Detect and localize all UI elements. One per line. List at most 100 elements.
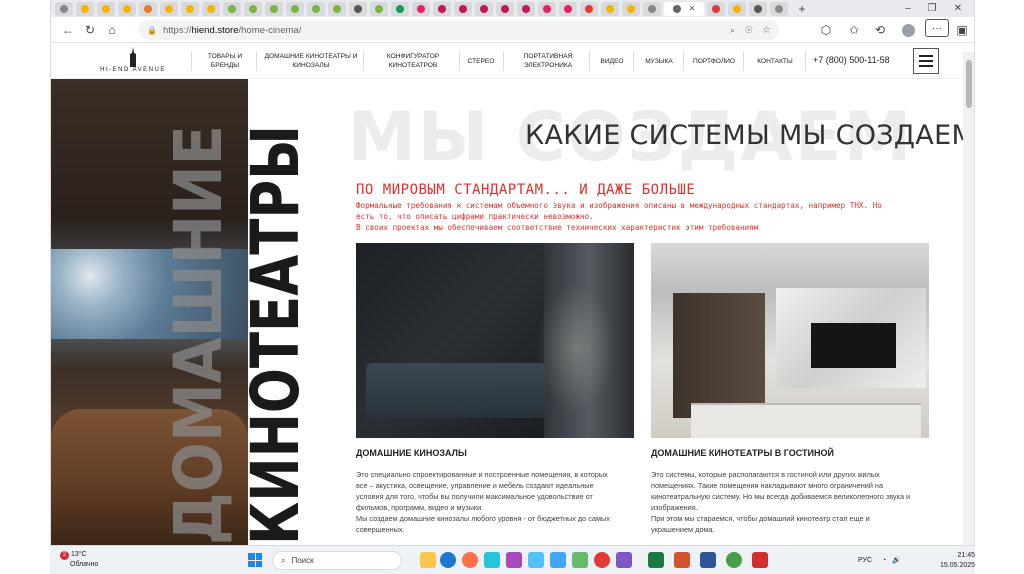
history-icon[interactable]: ⟲ xyxy=(869,19,891,41)
tab[interactable] xyxy=(118,1,136,16)
tab[interactable] xyxy=(643,1,661,16)
card-text-line: украшением дома. xyxy=(651,525,715,534)
app-icon[interactable] xyxy=(528,552,544,568)
app-icon[interactable] xyxy=(550,552,566,568)
address-bar[interactable]: 🔒 https:// hiend.store /home-cinema/ ⌕ ☉… xyxy=(139,20,779,40)
minimize-icon[interactable]: – xyxy=(897,0,919,17)
tab[interactable] xyxy=(265,1,283,16)
tab[interactable] xyxy=(517,1,535,16)
word-icon[interactable] xyxy=(700,552,716,568)
page-scrollbar[interactable] xyxy=(963,52,974,545)
home-icon[interactable]: ⌂ xyxy=(101,19,123,41)
nav-item-portfolio[interactable]: Портфолио xyxy=(689,49,739,73)
powerpoint-icon[interactable] xyxy=(674,552,690,568)
tab[interactable] xyxy=(580,1,598,16)
nav-item-products[interactable]: Товары и бренды xyxy=(199,49,251,73)
firefox-icon[interactable] xyxy=(462,552,478,568)
tab[interactable] xyxy=(55,1,73,16)
app-icon[interactable] xyxy=(506,552,522,568)
volume-icon[interactable]: 🔊 xyxy=(892,557,901,564)
tab-favicon-icon xyxy=(144,4,152,13)
wifi-icon[interactable]: ◔ xyxy=(882,557,886,564)
sidebar-icon[interactable]: ▣ xyxy=(951,19,973,41)
tab[interactable] xyxy=(475,1,493,16)
more-menu-icon[interactable]: ··· xyxy=(925,19,949,37)
living-room-image[interactable] xyxy=(651,243,929,438)
tab[interactable] xyxy=(496,1,514,16)
tab[interactable] xyxy=(601,1,619,16)
reload-icon[interactable]: ↻ xyxy=(79,19,101,41)
tab-favicon-icon xyxy=(522,4,530,13)
nav-item-contacts[interactable]: Контакты xyxy=(749,49,801,73)
nav-item-stereo[interactable]: Стерео xyxy=(463,49,499,73)
clock-time: 21:45 xyxy=(957,552,976,559)
taskbar-search[interactable]: ⌕ Поиск xyxy=(272,551,402,570)
yandex-icon[interactable] xyxy=(594,552,610,568)
tab[interactable] xyxy=(538,1,556,16)
tab[interactable] xyxy=(244,1,262,16)
tab[interactable] xyxy=(349,1,367,16)
windows-start-icon[interactable] xyxy=(248,553,262,567)
back-icon[interactable]: ← xyxy=(57,19,79,41)
tab[interactable] xyxy=(307,1,325,16)
edge-icon[interactable] xyxy=(440,552,456,568)
tab[interactable] xyxy=(97,1,115,16)
app-icon[interactable] xyxy=(572,552,588,568)
tab[interactable] xyxy=(202,1,220,16)
tab[interactable] xyxy=(76,1,94,16)
nav-item-music[interactable]: Музыка xyxy=(639,49,679,73)
system-tray[interactable]: РУС ◔ 🔊 xyxy=(858,556,901,564)
tab[interactable] xyxy=(412,1,430,16)
restore-icon[interactable]: ❐ xyxy=(921,0,943,17)
tab[interactable] xyxy=(728,1,746,16)
phone-link[interactable]: +7 (800) 500-11-58 xyxy=(813,55,890,65)
hamburger-menu-icon[interactable] xyxy=(913,48,939,74)
tower-logo-icon xyxy=(130,47,136,67)
file-explorer-icon[interactable] xyxy=(420,552,436,568)
tab[interactable] xyxy=(328,1,346,16)
tab[interactable] xyxy=(707,1,725,16)
tab[interactable] xyxy=(391,1,409,16)
new-tab-icon[interactable]: + xyxy=(791,0,813,17)
tab[interactable] xyxy=(749,1,767,16)
nav-item-portable[interactable]: Портативная электроника xyxy=(511,49,585,73)
close-icon[interactable]: ✕ xyxy=(689,4,696,13)
tab[interactable] xyxy=(622,1,640,16)
app-icon[interactable] xyxy=(616,552,632,568)
nav-item-configurator[interactable]: Конфигуратор кинотеатров xyxy=(371,49,455,73)
tab-favicon-icon xyxy=(648,4,656,13)
excel-icon[interactable] xyxy=(648,552,664,568)
favorite-star-icon[interactable]: ☆ xyxy=(762,25,771,36)
tab[interactable] xyxy=(286,1,304,16)
tab[interactable] xyxy=(223,1,241,16)
zoom-icon[interactable]: ⌕ xyxy=(730,25,735,36)
tab[interactable] xyxy=(433,1,451,16)
whatsapp-icon[interactable] xyxy=(726,552,742,568)
tab[interactable] xyxy=(181,1,199,16)
tab-active[interactable]: ✕ xyxy=(664,1,704,16)
acrobat-icon[interactable] xyxy=(752,552,768,568)
tab[interactable] xyxy=(160,1,178,16)
app-icon[interactable] xyxy=(484,552,500,568)
tab[interactable] xyxy=(559,1,577,16)
read-aloud-icon[interactable]: ☉ xyxy=(745,25,753,36)
weather-widget[interactable]: 2 13°C Облачно xyxy=(60,550,98,569)
taskbar-clock[interactable]: 21:45 15.05.2025 xyxy=(940,551,975,571)
nav-item-video[interactable]: Видео xyxy=(595,49,629,73)
favorites-icon[interactable]: ✩ xyxy=(843,19,865,41)
lock-icon: 🔒 xyxy=(147,25,157,35)
profile-avatar[interactable] xyxy=(897,19,919,41)
extensions-icon[interactable]: ⬡ xyxy=(815,19,837,41)
site-logo[interactable]: HI-END AVENUE xyxy=(73,47,193,75)
tab[interactable] xyxy=(454,1,472,16)
card-title-living-room[interactable]: Домашние кинотеатры в гостиной xyxy=(651,448,834,458)
tab[interactable] xyxy=(370,1,388,16)
scrollbar-thumb[interactable] xyxy=(966,60,972,108)
tab[interactable] xyxy=(139,1,157,16)
tab[interactable] xyxy=(770,1,788,16)
close-window-icon[interactable]: ✕ xyxy=(947,0,969,17)
nav-item-home-cinema[interactable]: Домашние кинотеатры и кинозалы xyxy=(263,49,359,73)
lang-indicator[interactable]: РУС xyxy=(858,557,872,564)
card-title-cinema-room[interactable]: Домашние кинозалы xyxy=(356,448,467,458)
cinema-room-image[interactable] xyxy=(356,243,634,438)
